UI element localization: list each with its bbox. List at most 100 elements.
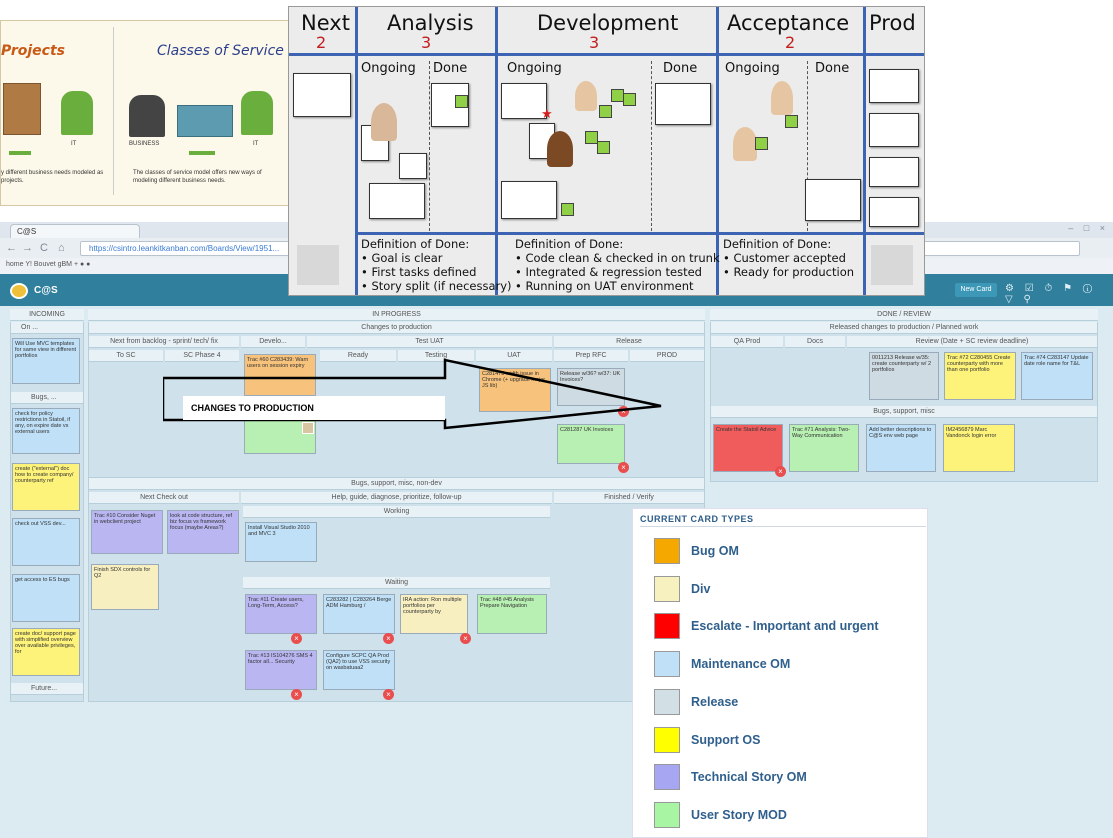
card[interactable]: Trac #10 Consider Nuget in webclient pro… xyxy=(91,510,163,554)
card[interactable]: create doc/ support page with simplified… xyxy=(12,628,80,676)
card[interactable]: IRA action: Ron multiple portfolios per … xyxy=(400,594,468,634)
leankit-logo-icon xyxy=(10,283,28,299)
card[interactable]: Trac #13 IS104276 SMS 4 factor all... Se… xyxy=(245,650,317,690)
card[interactable]: Install Visual Studio 2010 and MVC 3 xyxy=(245,522,317,562)
subcolumn-waiting[interactable]: Waiting xyxy=(243,577,550,589)
card[interactable]: check out VSS dev... xyxy=(12,518,80,566)
person-it-icon xyxy=(241,91,273,135)
browser-tab[interactable]: C@S xyxy=(10,224,140,238)
card[interactable]: Add better descriptions to C@S env web p… xyxy=(866,424,936,472)
task-note xyxy=(369,183,425,219)
column-docs[interactable]: Docs xyxy=(785,336,845,348)
task-note xyxy=(501,181,557,219)
it-label: IT xyxy=(71,141,77,147)
projects-title: Projects xyxy=(1,43,65,59)
card[interactable]: C283282 | C283264 Berge ADM Hamburg / xyxy=(323,594,395,634)
dod-acceptance: Definition of Done: • Customer accepted … xyxy=(723,237,854,279)
forward-icon[interactable]: → xyxy=(22,242,33,254)
analysis-done: Done xyxy=(433,61,468,76)
card[interactable]: IM2456879 Marc Vandonck login error xyxy=(943,424,1015,472)
column-release[interactable]: Release xyxy=(554,336,704,348)
card[interactable]: Configure SCPC QA Prod (QA2) to use VSS … xyxy=(323,650,395,690)
dod-analysis: Definition of Done: • Goal is clear • Fi… xyxy=(361,237,512,293)
card[interactable]: Trac #11 Create users, Long-Term, Access… xyxy=(245,594,317,634)
reload-icon[interactable]: C xyxy=(40,242,48,254)
column-on[interactable]: On ... xyxy=(11,322,83,334)
lane-incoming[interactable]: INCOMING xyxy=(10,309,84,321)
wip-next: 2 xyxy=(316,33,327,52)
green-sticky xyxy=(755,137,768,150)
dod-item: • Code clean & checked in on trunk xyxy=(515,251,720,265)
legend-title: CURRENT CARD TYPES xyxy=(640,514,754,524)
swimlane-changes-to-production[interactable]: Changes to production xyxy=(89,322,704,334)
column-qa-prod[interactable]: QA Prod xyxy=(711,336,783,348)
column-next-backlog[interactable]: Next from backlog - sprint/ tech/ fix xyxy=(89,336,239,348)
lane-in-progress[interactable]: IN PROGRESS xyxy=(88,309,705,321)
swimlane-bugs-nondev[interactable]: Bugs, support, misc, non-dev xyxy=(89,478,704,490)
card[interactable]: Trac #72 C280455 Create counterparty wit… xyxy=(944,352,1016,400)
column-divider xyxy=(863,7,866,295)
task-note xyxy=(293,73,351,117)
blocked-icon: × xyxy=(383,633,394,644)
column-help-guide[interactable]: Help, guide, diagnose, prioritize, follo… xyxy=(241,492,552,504)
dev-ongoing: Ongoing xyxy=(507,61,562,76)
green-sticky xyxy=(599,105,612,118)
classes-text: The classes of service model offers new … xyxy=(133,170,262,184)
legend-label: Release xyxy=(691,695,739,709)
card[interactable]: Trac #48 #45 Analysis Prepare Navigation xyxy=(477,594,547,634)
window-controls[interactable]: – □ × xyxy=(1068,223,1109,233)
kanban-whiteboard-photo: Next 2 Analysis 3 Development 3 Acceptan… xyxy=(288,6,925,296)
home-icon[interactable]: ⌂ xyxy=(58,242,65,254)
board-title[interactable]: C@S xyxy=(34,285,58,296)
analysis-split xyxy=(429,61,430,231)
card[interactable]: C281287 UK Invoices xyxy=(557,424,625,464)
column-bugs[interactable]: Bugs, ... xyxy=(11,392,83,404)
swimlane-bugs-misc[interactable]: Bugs, support, misc xyxy=(711,406,1097,418)
column-review[interactable]: Review (Date + SC review deadline) xyxy=(847,336,1097,348)
dod-item: • Integrated & regression tested xyxy=(515,265,702,279)
card[interactable]: Trac #74 C283147 Update date role name f… xyxy=(1021,352,1093,400)
legend-label: Technical Story OM xyxy=(691,770,807,784)
back-icon[interactable]: ← xyxy=(6,242,17,254)
column-develo[interactable]: Develo... xyxy=(241,336,305,348)
column-next-checkout[interactable]: Next Check out xyxy=(89,492,239,504)
star-icon: ★ xyxy=(541,107,553,122)
it-label: IT xyxy=(253,141,259,147)
col-title-analysis: Analysis xyxy=(387,11,474,35)
arrow-right-icon xyxy=(189,151,215,155)
card[interactable]: get access to ES bugs xyxy=(12,574,80,622)
legend-label: User Story MOD xyxy=(691,808,787,822)
legend-swatch xyxy=(654,802,680,828)
column-to-sc[interactable]: To SC xyxy=(89,350,163,362)
service-boxes-icon xyxy=(177,105,233,137)
lane-done-review[interactable]: DONE / REVIEW xyxy=(710,309,1098,321)
dod-heading: Definition of Done: xyxy=(723,237,832,251)
column-test-uat[interactable]: Test UAT xyxy=(307,336,552,348)
green-sticky xyxy=(561,203,574,216)
legend-label: Maintenance OM xyxy=(691,657,791,671)
card[interactable]: look at code structure, ref biz focus vs… xyxy=(167,510,239,554)
avatar-character-icon xyxy=(575,81,597,111)
card[interactable]: 0011213 Release w/35: create counterpart… xyxy=(869,352,939,400)
analysis-ongoing: Ongoing xyxy=(361,61,416,76)
green-sticky xyxy=(455,95,468,108)
header-toolbar-icons[interactable]: ⚙ ☑ ⏱ ⚑ ⓘ ▽ ⚲ xyxy=(1005,283,1113,305)
card[interactable]: Create the Statoil Advice xyxy=(713,424,783,472)
card[interactable]: Will Use MVC templates for same view in … xyxy=(12,338,80,384)
slide-divider xyxy=(113,27,114,195)
col-title-acceptance: Acceptance xyxy=(727,11,850,35)
dod-item: • Story split (if necessary) xyxy=(361,279,512,293)
subcolumn-working[interactable]: Working xyxy=(243,506,550,518)
dod-rule xyxy=(355,232,924,235)
swimlane-released[interactable]: Released changes to production / Planned… xyxy=(711,322,1097,334)
legend-divider xyxy=(640,526,926,527)
card[interactable]: Finish SDX controls for Q2 xyxy=(91,564,159,610)
card[interactable]: create ("external") doc how to create co… xyxy=(12,463,80,511)
card[interactable]: check for policy restrictions in Statoil… xyxy=(12,408,80,454)
new-card-button[interactable]: New Card xyxy=(955,283,997,297)
column-future[interactable]: Future... xyxy=(11,683,83,695)
legend-label: Div xyxy=(691,582,711,596)
card[interactable]: Trac #71 Analysis: Two-Way Communication xyxy=(789,424,859,472)
avatar-character-icon xyxy=(771,81,793,115)
column-finished-verify[interactable]: Finished / Verify xyxy=(554,492,704,504)
